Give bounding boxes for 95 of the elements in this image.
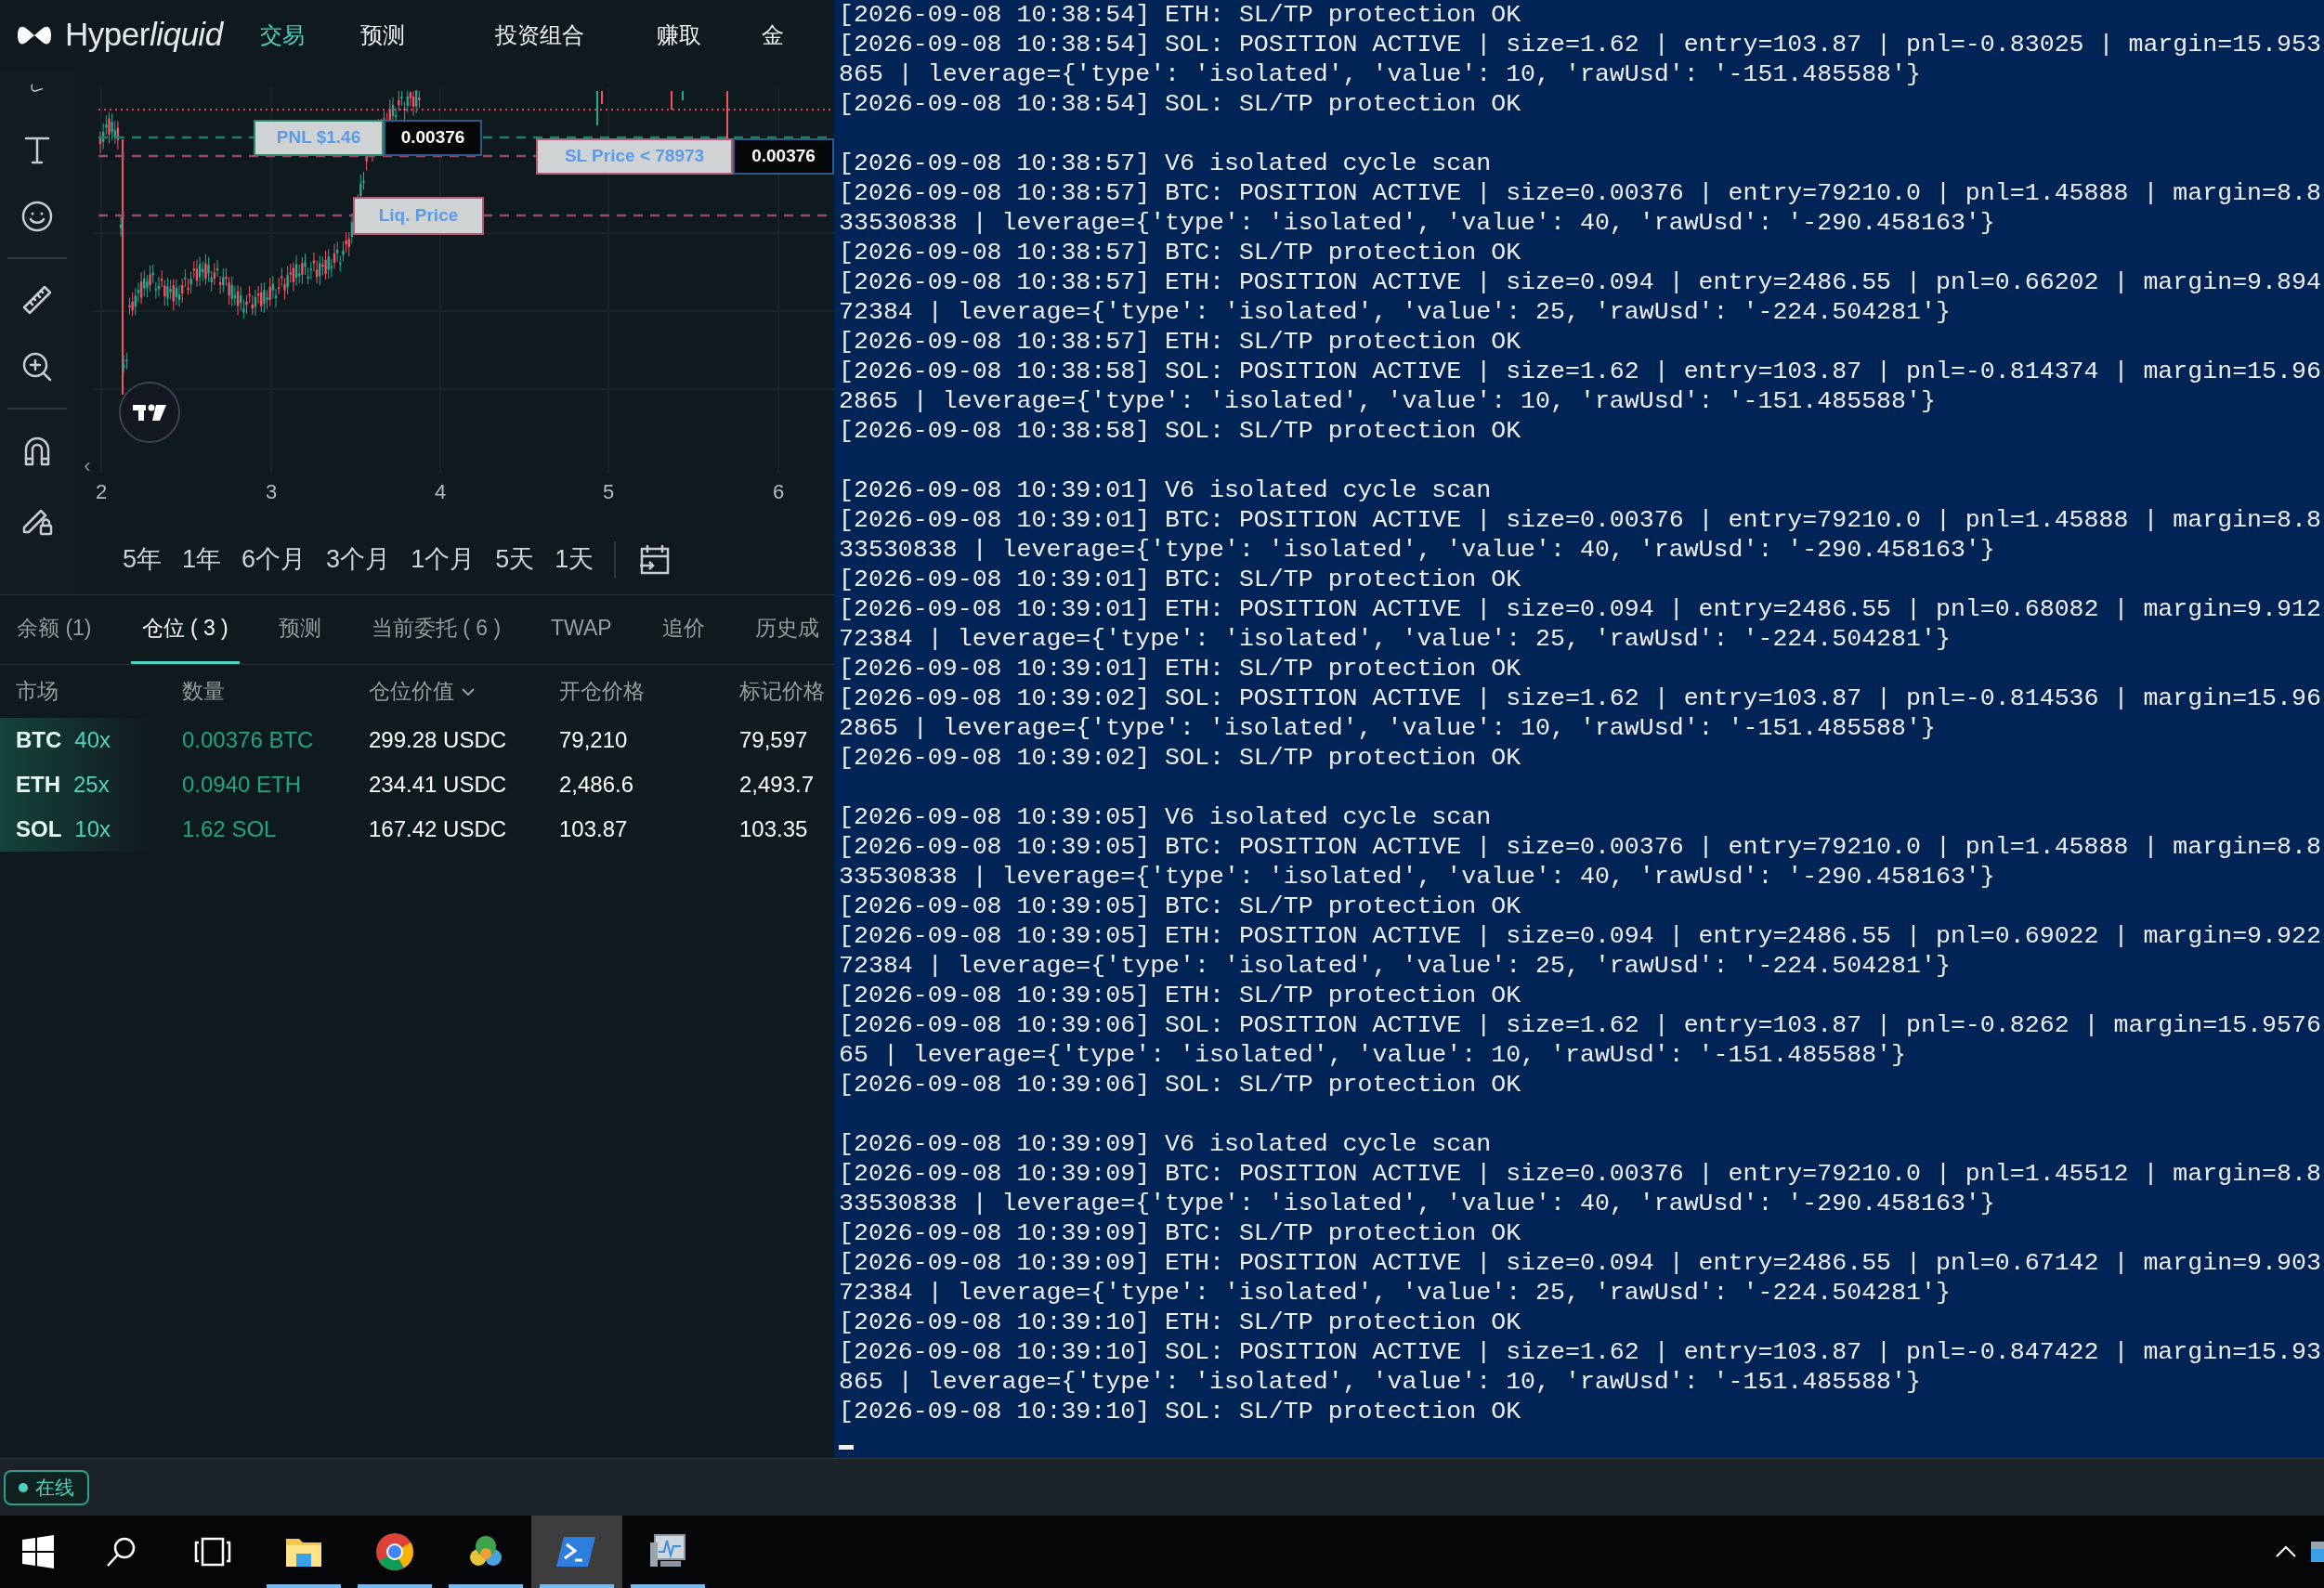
- column-header[interactable]: 市场: [16, 675, 59, 708]
- log-line: [2026-09-08 10:39:10] SOL: SL/TP protection OK: [839, 1397, 1522, 1426]
- entry-price: 2,486.6: [559, 772, 634, 797]
- leverage-text: 10x: [74, 815, 111, 843]
- position-value: 234.41 USDC: [369, 772, 507, 797]
- size-label: 0.00376: [384, 120, 482, 156]
- tab[interactable]: 历史成: [743, 594, 830, 664]
- range-button[interactable]: 1个月: [411, 540, 476, 579]
- axis-label: 6: [771, 478, 786, 505]
- nav-link[interactable]: 交易: [259, 18, 305, 52]
- log-line: [2026-09-08 10:38:58] SOL: POSITION ACTIVE | size=1.62 | entry=103.87 | pnl=-0.814374 | margin=15.962865 | leverage={'type': 'isolated', 'value': 10, 'rawUsd': '-151.485588'}: [839, 357, 2321, 416]
- coin-name[interactable]: BTC: [16, 723, 62, 757]
- log-line: [2026-09-08 10:39:06] SOL: SL/TP protection OK: [839, 1070, 1522, 1100]
- log-line: [2026-09-08 10:39:01] V6 isolated cycle scan: [839, 475, 1493, 505]
- tab[interactable]: 仓位 ( 3 ): [130, 594, 240, 664]
- nav-link[interactable]: 赚取: [656, 18, 701, 52]
- mark-price: 2,493.7: [739, 772, 815, 797]
- range-button[interactable]: 6个月: [242, 540, 307, 579]
- log-line: [2026-09-08 10:39:02] SOL: POSITION ACTIVE | size=1.62 | entry=103.87 | pnl=-0.814536 | margin=15.962865 | leverage={'type': 'isolated', 'value': 10, 'rawUsd': '-151.485588'}: [839, 683, 2321, 743]
- entry-price: 103.87: [559, 816, 628, 841]
- task-view-icon[interactable]: [193, 1536, 232, 1568]
- tab[interactable]: 余额 (1): [6, 594, 103, 664]
- log-line: [2026-09-08 10:39:05] V6 isolated cycle scan: [839, 802, 1493, 832]
- liq-label: Liq. Price: [353, 197, 484, 235]
- axis-label: 4: [433, 478, 448, 505]
- size-value: 1.62 SOL: [182, 816, 277, 841]
- log-line: [2026-09-08 10:39:05] ETH: SL/TP protection OK: [839, 981, 1522, 1010]
- log-line: [2026-09-08 10:39:05] BTC: SL/TP protection OK: [839, 892, 1522, 921]
- text-cursor: [839, 1445, 854, 1450]
- mark-price: 103.35: [739, 816, 808, 841]
- log-line: [2026-09-08 10:39:09] BTC: SL/TP protection OK: [839, 1218, 1522, 1248]
- sl-label: SL Price < 78973: [536, 138, 733, 175]
- chevron-up-icon[interactable]: [2274, 1544, 2298, 1559]
- coin-name[interactable]: ETH: [16, 768, 60, 801]
- log-line: [2026-09-08 10:39:09] BTC: POSITION ACTIVE | size=0.00376 | entry=79210.0 | pnl=1.45512 | margin=8.833530838 | leverage={'type': 'isolated', 'value': 40, 'rawUsd': '-290.458163'}: [839, 1159, 2321, 1218]
- log-line: [2026-09-08 10:38:54] ETH: SL/TP protection OK: [839, 0, 1522, 30]
- pnl-label: PNL $1.46: [254, 120, 384, 156]
- axis-label: 3: [264, 478, 279, 505]
- smiley-icon[interactable]: [20, 200, 54, 233]
- axis-label: 2: [94, 478, 109, 505]
- range-button[interactable]: 1天: [555, 540, 594, 579]
- status-text: 在线: [35, 1475, 74, 1500]
- tab[interactable]: 预测: [267, 594, 333, 664]
- log-line: [2026-09-08 10:39:01] ETH: POSITION ACTIVE | size=0.094 | entry=2486.55 | pnl=0.68082 | margin=9.91272384 | leverage={'type': 'isolated', 'value': 25, 'rawUsd': '-224.504281'}: [839, 594, 2321, 654]
- column-header[interactable]: 仓位价值: [369, 675, 454, 708]
- log-line: [2026-09-08 10:39:10] ETH: SL/TP protection OK: [839, 1308, 1522, 1337]
- start-icon[interactable]: [20, 1534, 56, 1569]
- log-line: [2026-09-08 10:38:57] BTC: POSITION ACTIVE | size=0.00376 | entry=79210.0 | pnl=1.45888 | margin=8.833530838 | leverage={'type': 'isolated', 'value': 40, 'rawUsd': '-290.458163'}: [839, 178, 2321, 238]
- log-line: [2026-09-08 10:39:01] ETH: SL/TP protection OK: [839, 654, 1522, 683]
- log-line: [2026-09-08 10:38:57] BTC: SL/TP protection OK: [839, 238, 1522, 267]
- log-line: [2026-09-08 10:39:10] SOL: POSITION ACTIVE | size=1.62 | entry=103.87 | pnl=-0.847422 | margin=15.93865 | leverage={'type': 'isolated', 'value': 10, 'rawUsd': '-151.485588'}: [839, 1337, 2321, 1397]
- log-line: [2026-09-08 10:39:05] BTC: POSITION ACTIVE | size=0.00376 | entry=79210.0 | pnl=1.45888 | margin=8.833530838 | leverage={'type': 'isolated', 'value': 40, 'rawUsd': '-290.458163'}: [839, 832, 2321, 892]
- size-value: 0.0940 ETH: [182, 772, 302, 797]
- zoom-in-icon[interactable]: [20, 350, 54, 384]
- leverage-text: 25x: [73, 771, 110, 799]
- collapse-arrow[interactable]: ‹: [80, 453, 95, 477]
- range-button[interactable]: 5天: [495, 540, 535, 579]
- tab[interactable]: TWAP: [540, 594, 623, 664]
- logo-text: Hyperliquid: [65, 15, 223, 55]
- log-line: [2026-09-08 10:39:06] SOL: POSITION ACTIVE | size=1.62 | entry=103.87 | pnl=-0.8262 | margin=15.957665 | leverage={'type': 'isolated', 'value': 10, 'rawUsd': '-151.485588'}: [839, 1010, 2321, 1070]
- log-line: [2026-09-08 10:39:09] ETH: POSITION ACTIVE | size=0.094 | entry=2486.55 | pnl=0.67142 | margin=9.90372384 | leverage={'type': 'isolated', 'value': 25, 'rawUsd': '-224.504281'}: [839, 1248, 2321, 1308]
- size-label: 0.00376: [733, 138, 834, 175]
- range-button[interactable]: 1年: [182, 540, 222, 579]
- mark-price: 79,597: [739, 727, 808, 752]
- axis-label: 5: [601, 478, 616, 505]
- nav-link[interactable]: 金: [761, 18, 784, 52]
- logo-icon: [119, 382, 180, 443]
- tab[interactable]: 当前委托 ( 6 ): [359, 594, 513, 664]
- log-line: [2026-09-08 10:38:58] SOL: SL/TP protection OK: [839, 416, 1522, 446]
- position-value: 299.28 USDC: [369, 727, 507, 752]
- column-header[interactable]: 标记价格: [739, 675, 825, 708]
- entry-price: 79,210: [559, 727, 628, 752]
- leverage-text: 40x: [74, 726, 111, 754]
- column-header[interactable]: 开仓价格: [559, 675, 645, 708]
- range-button[interactable]: 5年: [123, 540, 163, 579]
- range-button[interactable]: 3个月: [326, 540, 391, 579]
- ruler-icon[interactable]: [20, 283, 54, 317]
- log-line: [2026-09-08 10:39:01] BTC: SL/TP protection OK: [839, 565, 1522, 594]
- log-line: [2026-09-08 10:38:54] SOL: SL/TP protection OK: [839, 89, 1522, 119]
- tab[interactable]: 追价: [650, 594, 716, 664]
- log-line: [2026-09-08 10:38:57] V6 isolated cycle scan: [839, 149, 1493, 178]
- round-logo-icon: [374, 1531, 415, 1572]
- size-value: 0.00376 BTC: [182, 727, 314, 752]
- log-line: [2026-09-08 10:39:02] SOL: SL/TP protection OK: [839, 743, 1522, 773]
- column-header[interactable]: 数量: [182, 675, 225, 708]
- log-line: [2026-09-08 10:39:05] ETH: POSITION ACTIVE | size=0.094 | entry=2486.55 | pnl=0.69022 | margin=9.92272384 | leverage={'type': 'isolated', 'value': 25, 'rawUsd': '-224.504281'}: [839, 921, 2321, 981]
- nav-link[interactable]: 预测: [359, 18, 405, 52]
- nav-link[interactable]: 投资组合: [494, 18, 584, 52]
- coin-name[interactable]: SOL: [16, 813, 62, 846]
- log-line: [2026-09-08 10:38:57] ETH: POSITION ACTIVE | size=0.094 | entry=2486.55 | pnl=0.66202 | margin=9.89472384 | leverage={'type': 'isolated', 'value': 25, 'rawUsd': '-224.504281'}: [839, 267, 2321, 327]
- position-value: 167.42 USDC: [369, 816, 507, 841]
- log-line: [2026-09-08 10:38:57] ETH: SL/TP protection OK: [839, 327, 1522, 357]
- log-line: [2026-09-08 10:39:01] BTC: POSITION ACTIVE | size=0.00376 | entry=79210.0 | pnl=1.45888 | margin=8.833530838 | leverage={'type': 'isolated', 'value': 40, 'rawUsd': '-290.458163'}: [839, 505, 2321, 565]
- log-line: [2026-09-08 10:38:54] SOL: POSITION ACTIVE | size=1.62 | entry=103.87 | pnl=-0.83025 | margin=15.953865 | leverage={'type': 'isolated', 'value': 10, 'rawUsd': '-151.485588'}: [839, 30, 2321, 89]
- log-line: [2026-09-08 10:39:09] V6 isolated cycle scan: [839, 1129, 1493, 1159]
